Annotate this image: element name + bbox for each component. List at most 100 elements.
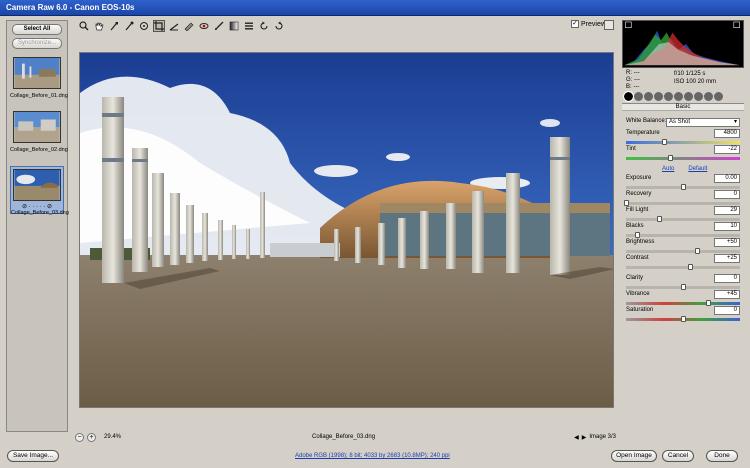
image-preview[interactable] bbox=[79, 52, 614, 408]
tab-presets[interactable] bbox=[704, 92, 713, 101]
footer: Save Image... Adobe RGB (1998); 8 bit; 4… bbox=[0, 445, 750, 468]
slider-value-input[interactable]: 0 bbox=[714, 306, 740, 315]
filmstrip-item-selected[interactable]: ⊘ · · · · · ⊘ Collage_Before_03.dng bbox=[10, 166, 69, 216]
next-image-icon[interactable]: ▶ bbox=[582, 434, 587, 441]
slider-knob[interactable] bbox=[657, 216, 663, 222]
previous-image-icon[interactable]: ◀ bbox=[574, 434, 579, 441]
white-balance-value: As Shot bbox=[669, 119, 691, 125]
color-sampler-icon[interactable] bbox=[123, 20, 135, 32]
slider-track[interactable] bbox=[626, 300, 740, 306]
tab-lens-corrections[interactable] bbox=[674, 92, 683, 101]
slider-knob[interactable] bbox=[624, 200, 629, 206]
filmstrip-item[interactable]: Collage_Before_01.dng bbox=[10, 57, 68, 105]
tab-detail[interactable] bbox=[644, 92, 653, 101]
hand-icon[interactable] bbox=[93, 20, 105, 32]
photo-canvas bbox=[80, 53, 613, 407]
slider-track[interactable] bbox=[626, 248, 740, 254]
thumbnail-label: Collage_Before_02.dng bbox=[10, 147, 68, 153]
slider-row-vibrance: Vibrance +45 bbox=[626, 290, 740, 299]
slider-row-contrast: Contrast +25 bbox=[626, 254, 740, 263]
slider-label: Blacks bbox=[626, 223, 644, 229]
rotate-cw-icon[interactable] bbox=[273, 20, 285, 32]
tab-basic[interactable] bbox=[623, 91, 634, 102]
slider-value-input[interactable]: 10 bbox=[714, 222, 740, 231]
adjustment-brush-icon[interactable] bbox=[213, 20, 225, 32]
slider-track[interactable] bbox=[626, 155, 740, 161]
status-bar: − + 29.4% Collage_Before_03.dng ◀ ▶ Imag… bbox=[72, 431, 618, 443]
save-image-button[interactable]: Save Image... bbox=[7, 450, 59, 462]
preview-toggle[interactable]: ✓ Preview bbox=[571, 20, 606, 28]
select-all-button[interactable]: Select All bbox=[12, 24, 62, 35]
zoom-out-button[interactable]: − bbox=[75, 432, 84, 442]
cancel-button[interactable]: Cancel bbox=[662, 450, 694, 462]
slider-value-input[interactable]: 4800 bbox=[714, 129, 740, 138]
filmstrip-item[interactable]: Collage_Before_02.dng bbox=[10, 111, 68, 159]
slider-track[interactable] bbox=[624, 200, 740, 206]
slider-knob[interactable] bbox=[681, 284, 686, 290]
graduated-filter-icon[interactable] bbox=[228, 20, 240, 32]
white-balance-row: White Balance: As Shot ▾ bbox=[626, 118, 740, 128]
spot-removal-icon[interactable] bbox=[183, 20, 195, 32]
slider-value-input[interactable]: 0 bbox=[714, 274, 740, 283]
slider-knob[interactable] bbox=[706, 300, 712, 306]
open-image-button[interactable]: Open Image bbox=[611, 450, 657, 462]
default-link[interactable]: Default bbox=[688, 166, 707, 172]
slider-value-input[interactable]: +25 bbox=[714, 254, 740, 263]
auto-link[interactable]: Auto bbox=[662, 166, 674, 172]
slider-knob[interactable] bbox=[681, 184, 686, 190]
tab-hsl[interactable] bbox=[654, 92, 663, 101]
preview-label: Preview bbox=[581, 20, 606, 28]
slider-track-fill bbox=[626, 157, 740, 160]
synchronize-button[interactable]: Synchronize... bbox=[12, 38, 62, 49]
tab-effects[interactable] bbox=[684, 92, 693, 101]
white-balance-label: White Balance: bbox=[626, 118, 667, 124]
crop-icon[interactable] bbox=[153, 20, 165, 32]
red-eye-icon[interactable] bbox=[198, 20, 210, 32]
slider-value-input[interactable]: 0 bbox=[714, 190, 740, 199]
slider-label: Brightness bbox=[626, 239, 655, 245]
straighten-icon[interactable] bbox=[168, 20, 180, 32]
rating-dots[interactable]: ⊘ · · · · · ⊘ bbox=[11, 203, 63, 210]
slider-knob[interactable] bbox=[687, 264, 693, 270]
fullscreen-icon[interactable] bbox=[604, 20, 614, 30]
slider-track[interactable] bbox=[626, 184, 740, 190]
zoom-level[interactable]: 29.4% bbox=[104, 434, 121, 440]
slider-label: Fill Light bbox=[626, 207, 649, 213]
slider-knob[interactable] bbox=[668, 155, 674, 161]
window-title: Camera Raw 6.0 - Canon EOS-10s bbox=[0, 0, 750, 16]
slider-value-input[interactable]: 29 bbox=[714, 206, 740, 215]
slider-track[interactable] bbox=[626, 232, 740, 238]
zoom-in-button[interactable]: + bbox=[87, 432, 96, 442]
panel-tabs bbox=[622, 91, 744, 102]
slider-knob[interactable] bbox=[681, 316, 686, 322]
preview-checkbox[interactable]: ✓ bbox=[571, 20, 579, 28]
slider-knob[interactable] bbox=[635, 232, 641, 238]
tab-split-toning[interactable] bbox=[664, 92, 673, 101]
done-button[interactable]: Done bbox=[706, 450, 738, 462]
slider-track-fill bbox=[626, 141, 740, 144]
slider-value-input[interactable]: +45 bbox=[714, 290, 740, 299]
slider-label: Contrast bbox=[626, 255, 649, 261]
white-balance-select[interactable]: As Shot ▾ bbox=[666, 118, 740, 127]
rotate-ccw-icon[interactable] bbox=[258, 20, 270, 32]
slider-track[interactable] bbox=[626, 139, 740, 145]
tab-snapshots[interactable] bbox=[714, 92, 723, 101]
slider-row-recovery: Recovery 0 bbox=[626, 190, 740, 199]
slider-value-input[interactable]: +50 bbox=[714, 238, 740, 247]
workflow-options-link[interactable]: Adobe RGB (1998); 8 bit; 4033 by 2683 (1… bbox=[295, 453, 450, 459]
targeted-adjust-icon[interactable] bbox=[138, 20, 150, 32]
tab-tone-curve[interactable] bbox=[634, 92, 643, 101]
zoom-icon[interactable] bbox=[78, 20, 90, 32]
slider-track[interactable] bbox=[626, 284, 740, 290]
slider-value-input[interactable]: -22 bbox=[714, 145, 740, 154]
image-navigator: ◀ ▶ Image 3/3 bbox=[574, 434, 616, 441]
slider-knob[interactable] bbox=[694, 248, 700, 254]
slider-knob[interactable] bbox=[661, 139, 667, 145]
white-balance-icon[interactable] bbox=[108, 20, 120, 32]
preferences-icon[interactable] bbox=[243, 20, 255, 32]
slider-track[interactable] bbox=[626, 216, 740, 222]
slider-value-input[interactable]: 0.00 bbox=[714, 174, 740, 183]
slider-track[interactable] bbox=[626, 264, 740, 270]
tab-camera-calibration[interactable] bbox=[694, 92, 703, 101]
slider-track[interactable] bbox=[626, 316, 740, 322]
